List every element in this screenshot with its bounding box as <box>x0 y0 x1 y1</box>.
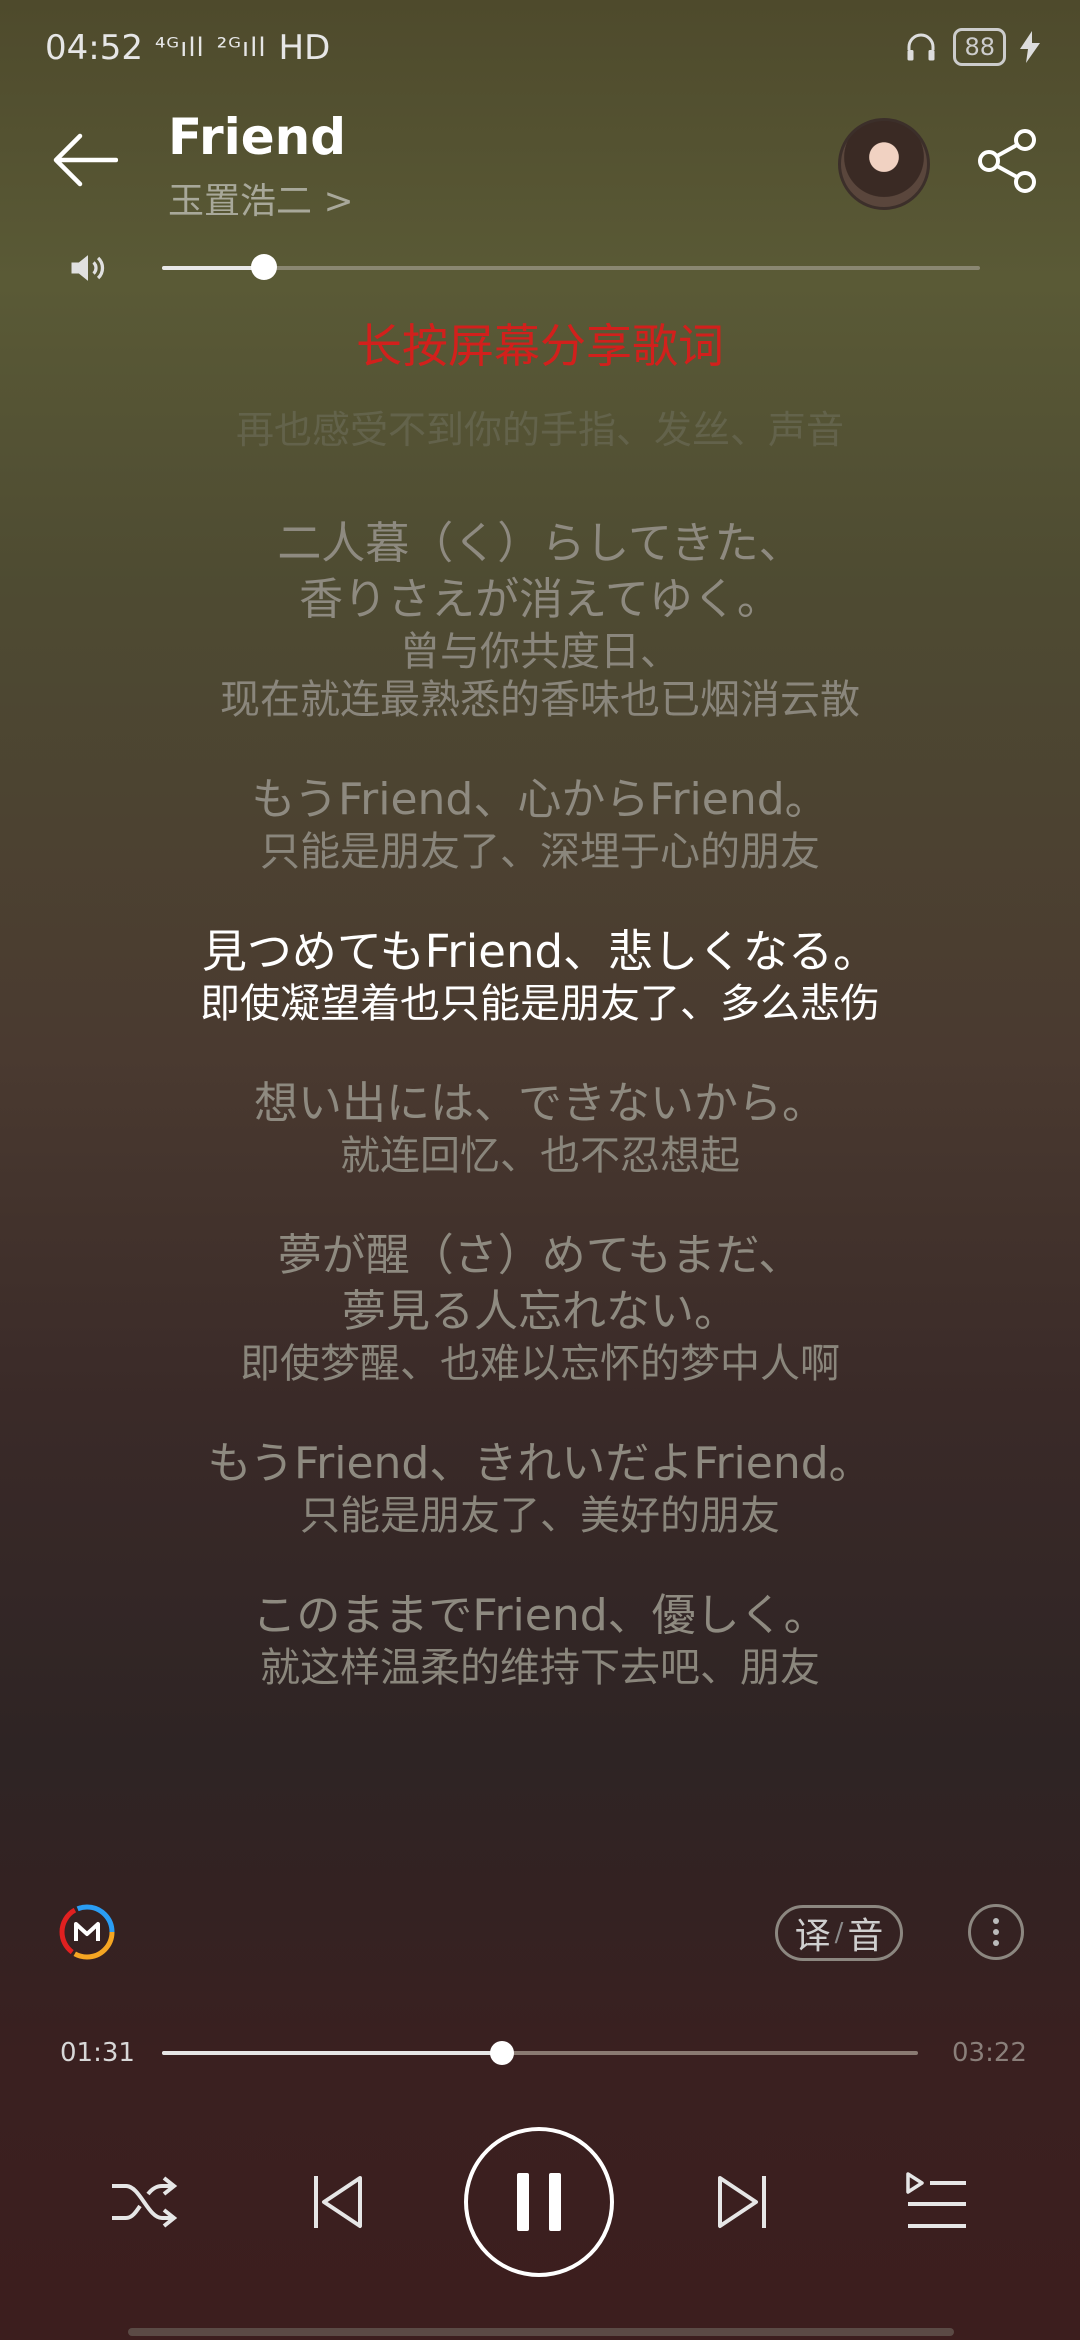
lyric-line-original: このままでFriend、優しく。 <box>252 1590 828 1641</box>
signal-4g-icon: ⁴ᴳıll <box>154 33 205 63</box>
lyric-line-translation: 就这样温柔的维持下去吧、朋友 <box>260 1645 820 1691</box>
status-bar-right: 88 <box>903 28 1040 66</box>
lyric-line-original: もうFriend、きれいだよFriend。 <box>207 1438 873 1489</box>
gesture-navigation-bar[interactable] <box>128 2328 954 2336</box>
playlist-icon[interactable] <box>904 2170 968 2234</box>
previous-icon[interactable] <box>310 2172 366 2232</box>
status-time: 04:52 <box>45 28 143 68</box>
back-arrow-icon[interactable] <box>50 130 118 190</box>
lyric-stanza: 二人暮（く）らしてきた、 香りさえが消えてゆく。 曾与你共度日、 现在就连最熟悉的香味… <box>0 516 1080 724</box>
lyric-line-translation: 只能是朋友了、深埋于心的朋友 <box>260 829 820 875</box>
progress-bar-handle[interactable] <box>490 2041 515 2065</box>
progress-bar-fill <box>162 2051 503 2055</box>
battery-indicator: 88 <box>953 28 1006 66</box>
volume-icon[interactable] <box>66 246 110 290</box>
phonetic-label: 音 <box>847 1916 884 1957</box>
hd-indicator: HD <box>278 28 331 68</box>
translate-label: 译 <box>794 1916 831 1957</box>
lyric-stanza: もうFriend、きれいだよFriend。 只能是朋友了、美好的朋友 <box>0 1436 1080 1540</box>
lyric-line-original: 香りさえが消えてゆく。 <box>299 574 781 625</box>
lyric-line-translation: 曾与你共度日、 <box>400 629 680 675</box>
artist-name: 玉置浩二 <box>168 181 313 222</box>
lyric-stanza: 夢が醒（さ）めてもまだ、 夢見る人忘れない。 即使梦醒、也难以忘怀的梦中人啊 <box>0 1228 1080 1388</box>
volume-slider-handle[interactable] <box>251 254 278 280</box>
duration-time: 03:22 <box>952 2038 1027 2068</box>
lyric-stanza: 想い出には、できないから。 就连回忆、也不忍想起 <box>0 1076 1080 1180</box>
charging-icon <box>1020 31 1040 63</box>
next-icon[interactable] <box>714 2172 770 2232</box>
headphones-icon <box>907 33 935 61</box>
lyric-line-translation: 就连回忆、也不忍想起 <box>340 1133 740 1179</box>
lyric-stanza: このままでFriend、優しく。 就这样温柔的维持下去吧、朋友 <box>0 1588 1080 1692</box>
more-icon[interactable] <box>968 1904 1024 1960</box>
music-m-icon[interactable] <box>58 1903 116 1961</box>
previous-lyric-line: 再也感受不到你的手指、发丝、声音 <box>235 408 844 452</box>
chevron-right-icon: > <box>323 181 354 222</box>
volume-slider-fill <box>162 266 265 270</box>
artist-link[interactable]: 玉置浩二 > <box>168 172 354 224</box>
elapsed-time: 01:31 <box>60 2038 135 2068</box>
artist-avatar[interactable] <box>838 118 930 210</box>
volume-slider-track[interactable] <box>162 266 980 270</box>
pause-button[interactable] <box>464 2127 614 2277</box>
lyric-line-original: 夢が醒（さ）めてもまだ、 <box>277 1230 803 1281</box>
lyric-stanza: もうFriend、心からFriend。 只能是朋友了、深埋于心的朋友 <box>0 772 1080 876</box>
lyric-line-original: もうFriend、心からFriend。 <box>251 774 829 825</box>
lyrics-panel[interactable]: 再也感受不到你的手指、发丝、声音 二人暮（く）らしてきた、 香りさえが消えてゆく。… <box>0 400 1080 1692</box>
signal-2g-icon: ²ᴳıll <box>216 33 267 63</box>
lyric-line-original: 二人暮（く）らしてきた、 <box>277 518 803 569</box>
separator: / <box>834 1918 844 1948</box>
translation-toggle-button[interactable]: 译 / 音 <box>775 1905 903 1961</box>
pause-icon <box>517 2173 529 2231</box>
lyric-line-original: 夢見る人忘れない。 <box>342 1286 738 1337</box>
lyric-stanza-current: 見つめてもFriend、悲しくなる。 即使凝望着也只能是朋友了、多么悲伤 <box>0 924 1080 1028</box>
lyric-line-translation: 即使梦醒、也难以忘怀的梦中人啊 <box>240 1341 840 1387</box>
share-icon[interactable] <box>975 128 1041 194</box>
shuffle-icon[interactable] <box>110 2172 178 2232</box>
lyric-line-translation: 现在就连最熟悉的香味也已烟消云散 <box>220 677 860 723</box>
lyric-line-original: 見つめてもFriend、悲しくなる。 <box>201 925 879 978</box>
status-bar-left: 04:52 ⁴ᴳıll ²ᴳıll HD <box>45 28 330 68</box>
song-title: Friend <box>168 108 347 166</box>
lyric-line-translation: 只能是朋友了、美好的朋友 <box>300 1493 780 1539</box>
share-lyrics-hint: 长按屏幕分享歌词 <box>356 319 724 373</box>
lyric-line-original: 想い出には、できないから。 <box>254 1078 826 1129</box>
lyric-line-translation: 即使凝望着也只能是朋友了、多么悲伤 <box>200 981 880 1027</box>
